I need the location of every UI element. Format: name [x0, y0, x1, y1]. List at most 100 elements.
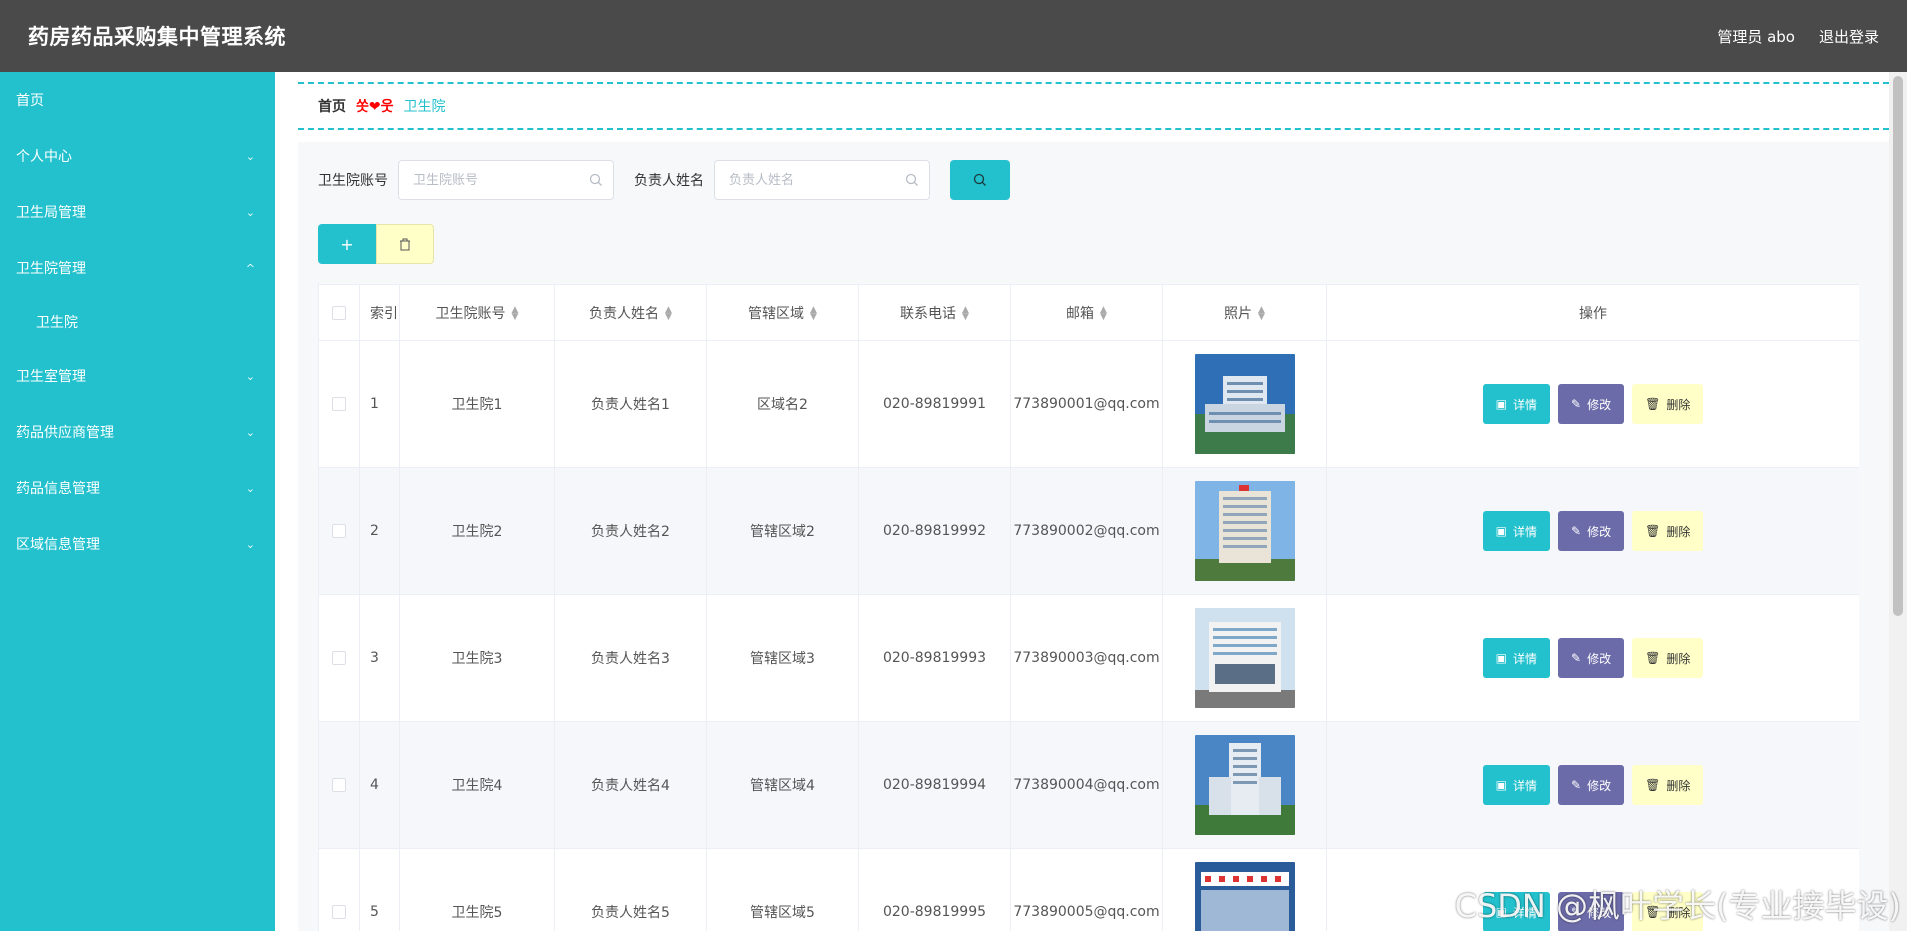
col-leader[interactable]: 负责人姓名 ▲ ▼ [554, 284, 707, 341]
sidebar-subitem-health-center[interactable]: 卫生院 [0, 296, 275, 348]
leader-search-input[interactable] [715, 161, 929, 199]
sidebar-item-label: 卫生室管理 [16, 369, 86, 385]
detail-icon: ▣ [1495, 651, 1507, 665]
col-email-label: 邮箱 [1066, 305, 1095, 322]
col-email[interactable]: 邮箱 ▲ ▼ [1010, 284, 1163, 341]
hospital-photo[interactable] [1194, 481, 1295, 581]
col-account[interactable]: 卫生院账号 ▲ ▼ [399, 284, 555, 341]
bulk-delete-button[interactable] [376, 224, 434, 264]
plus-icon: + [340, 234, 354, 254]
delete-button[interactable]: 🗑 删除 [1632, 765, 1704, 805]
sidebar-item-region-info[interactable]: 区域信息管理 ⌄ [0, 516, 275, 572]
col-area[interactable]: 管辖区域 ▲ ▼ [706, 284, 859, 341]
col-phone[interactable]: 联系电话 ▲ ▼ [858, 284, 1011, 341]
detail-icon: ▣ [1495, 524, 1507, 538]
chevron-down-icon: ⌄ [245, 205, 255, 219]
add-button[interactable]: + [318, 224, 376, 264]
trash-icon: 🗑 [1645, 397, 1661, 411]
sidebar-item-personal-center[interactable]: 个人中心 ⌄ [0, 128, 275, 184]
edit-icon: ✎ [1571, 524, 1582, 538]
cell-index: 5 [359, 848, 400, 931]
delete-button[interactable]: 🗑 删除 [1632, 384, 1704, 424]
search-button[interactable] [950, 160, 1010, 200]
edit-button[interactable]: ✎ 修改 [1558, 511, 1625, 551]
sidebar-item-label: 药品供应商管理 [16, 425, 114, 441]
delete-button[interactable]: 🗑 删除 [1632, 638, 1704, 678]
row-checkbox[interactable] [332, 651, 346, 665]
edit-button[interactable]: ✎ 修改 [1558, 638, 1625, 678]
edit-button[interactable]: ✎ 修改 [1558, 765, 1625, 805]
select-all-checkbox[interactable] [332, 305, 346, 320]
detail-label: 详情 [1513, 778, 1538, 793]
cell-account: 卫生院3 [399, 594, 555, 722]
cell-email: 773890001@qq.com [1010, 340, 1163, 468]
table-row: 3 卫生院3 负责人姓名3 管辖区域3 020-89819993 7738900… [318, 594, 1859, 722]
sort-icon[interactable]: ▲ ▼ [1100, 305, 1107, 321]
scrollbar-thumb[interactable] [1893, 76, 1903, 616]
cell-ops: ▣ 详情 ✎ 修改 🗑 删除 [1326, 340, 1859, 468]
hospital-photo[interactable] [1194, 608, 1295, 708]
breadcrumb-home[interactable]: 首页 [318, 96, 346, 116]
cell-account: 卫生院1 [399, 340, 555, 468]
breadcrumb: 首页 쏫❤웃 卫生院 [298, 82, 1889, 130]
sidebar-item-supplier[interactable]: 药品供应商管理 ⌄ [0, 404, 275, 460]
delete-button[interactable]: 🗑 删除 [1632, 511, 1704, 551]
detail-button[interactable]: ▣ 详情 [1482, 765, 1551, 805]
logout-link[interactable]: 退出登录 [1819, 26, 1879, 47]
cell-email: 773890003@qq.com [1010, 594, 1163, 722]
row-select-cell [318, 721, 360, 849]
trash-icon: 🗑 [1645, 524, 1661, 538]
chevron-down-icon: ⌄ [245, 425, 255, 439]
cell-photo [1162, 594, 1327, 722]
sort-icon[interactable]: ▲ ▼ [665, 305, 672, 321]
sidebar-item-home[interactable]: 首页 [0, 72, 275, 128]
row-checkbox[interactable] [332, 524, 346, 538]
cell-index: 2 [359, 467, 400, 595]
col-ops: 操作 [1326, 284, 1859, 341]
detail-label: 详情 [1513, 651, 1538, 666]
detail-button[interactable]: ▣ 详情 [1482, 638, 1551, 678]
cell-leader: 负责人姓名4 [554, 721, 707, 849]
account-label: 卫生院账号 [318, 173, 388, 189]
cell-account: 卫生院4 [399, 721, 555, 849]
leader-label: 负责人姓名 [634, 173, 704, 189]
cell-phone: 020-89819991 [858, 340, 1011, 468]
detail-button[interactable]: ▣ 详情 [1482, 511, 1551, 551]
sidebar-item-drug-info[interactable]: 药品信息管理 ⌄ [0, 460, 275, 516]
search-icon [905, 173, 918, 186]
cell-email: 773890004@qq.com [1010, 721, 1163, 849]
hospital-photo[interactable] [1194, 862, 1295, 931]
breadcrumb-separator: 쏫❤웃 [356, 99, 394, 115]
chevron-down-icon: ⌄ [245, 149, 255, 163]
row-checkbox[interactable] [332, 778, 346, 792]
edit-button[interactable]: ✎ 修改 [1558, 384, 1625, 424]
sort-icon[interactable]: ▲ ▼ [512, 305, 519, 321]
cell-leader: 负责人姓名5 [554, 848, 707, 931]
leader-search-box [714, 160, 930, 200]
col-phone-label: 联系电话 [900, 305, 957, 322]
detail-button[interactable]: ▣ 详情 [1482, 384, 1551, 424]
row-checkbox[interactable] [332, 905, 346, 919]
detail-label: 详情 [1513, 524, 1538, 539]
cell-area: 区域名2 [706, 340, 859, 468]
row-checkbox[interactable] [332, 397, 346, 411]
account-search-box [398, 160, 614, 200]
sidebar-item-health-bureau[interactable]: 卫生局管理 ⌄ [0, 184, 275, 240]
sort-icon[interactable]: ▲ ▼ [1258, 305, 1265, 321]
col-photo[interactable]: 照片 ▲ ▼ [1162, 284, 1327, 341]
hospital-photo[interactable] [1194, 354, 1295, 454]
account-search-input[interactable] [399, 161, 613, 199]
col-account-label: 卫生院账号 [435, 305, 506, 322]
cell-leader: 负责人姓名1 [554, 340, 707, 468]
sort-icon[interactable]: ▲ ▼ [810, 305, 817, 321]
sidebar-item-label: 卫生院管理 [16, 261, 86, 277]
hospital-photo[interactable] [1194, 735, 1295, 835]
page-scrollbar[interactable] [1889, 72, 1907, 931]
sidebar-item-health-center-mgmt[interactable]: 卫生院管理 ^ [0, 240, 275, 296]
detail-icon: ▣ [1495, 397, 1507, 411]
sidebar-item-health-room[interactable]: 卫生室管理 ⌄ [0, 348, 275, 404]
top-header: 药房药品采购集中管理系统 管理员 abo 退出登录 [0, 0, 1907, 72]
search-icon [973, 173, 986, 186]
sort-icon[interactable]: ▲ ▼ [962, 305, 969, 321]
main-content: 首页 쏫❤웃 卫生院 卫生院账号 负责人姓名 [275, 72, 1907, 931]
